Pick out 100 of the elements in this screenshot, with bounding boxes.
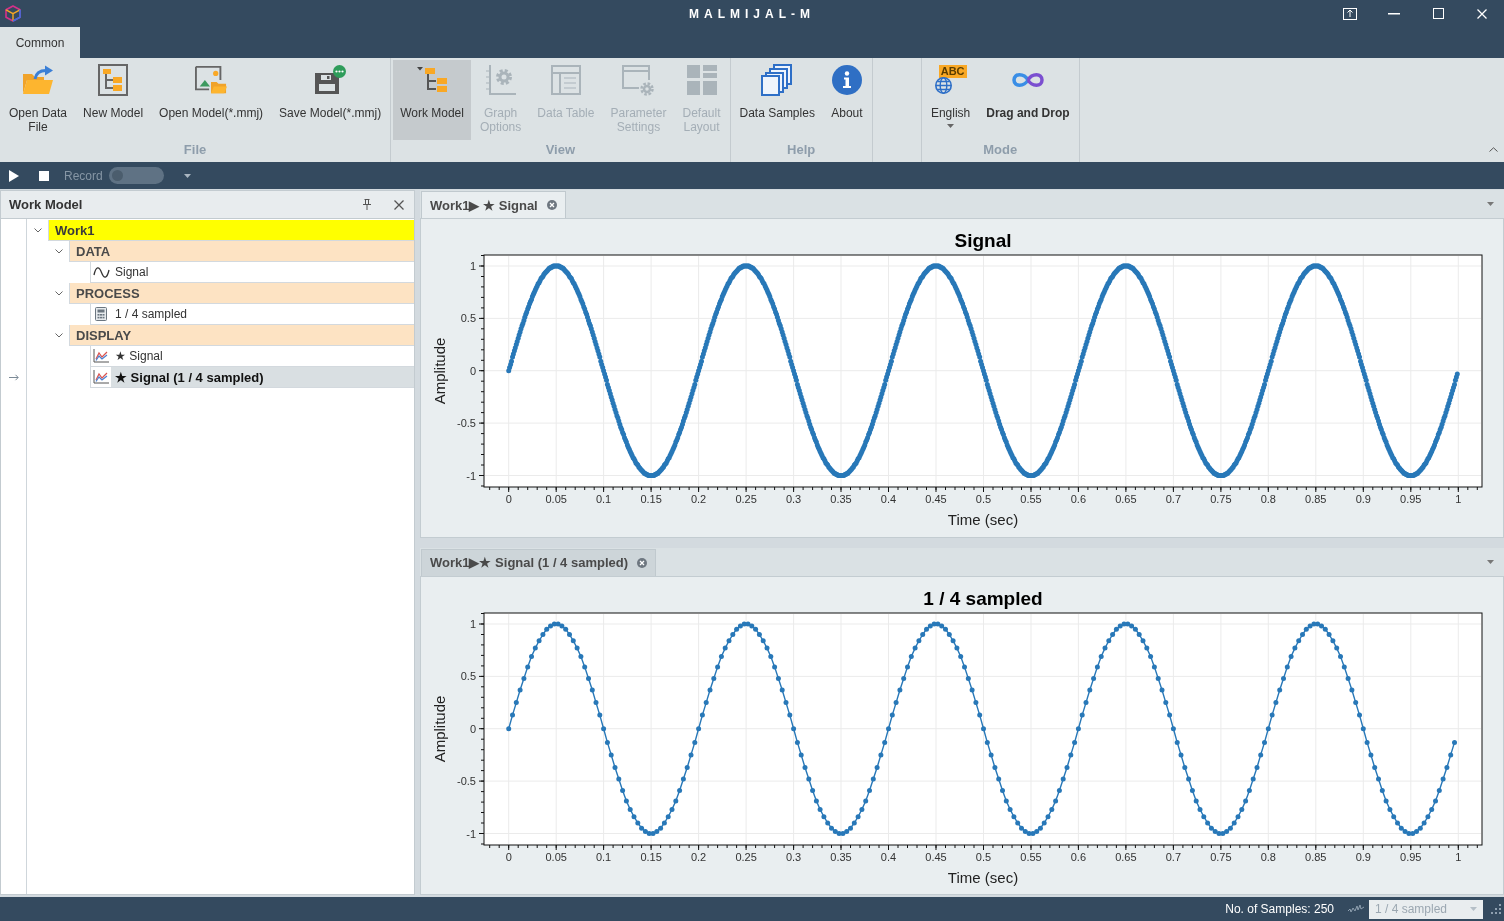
- resize-grip-icon[interactable]: [1491, 904, 1501, 914]
- tick-label: 0.8: [1260, 493, 1276, 505]
- close-icon[interactable]: [637, 557, 648, 568]
- ribbon-button[interactable]: Save Model(*.mmj): [272, 60, 389, 140]
- tick-label: 0.85: [1305, 850, 1327, 863]
- tick-label: 0.9: [1355, 493, 1371, 505]
- tick-label: -0.5: [457, 417, 476, 430]
- chevron-down-icon[interactable]: [54, 333, 63, 338]
- tick-label: 0.4: [880, 493, 897, 505]
- tick-label: 0.55: [1020, 493, 1042, 505]
- tree-item[interactable]: DATA: [69, 241, 414, 262]
- play-icon[interactable]: [9, 169, 19, 182]
- line-chart-icon: [93, 349, 109, 363]
- language-tag: ABC: [938, 65, 967, 78]
- tick-label: 0: [505, 850, 512, 863]
- sample-count: No. of Samples: 250: [1225, 902, 1334, 916]
- tick-label: 0.75: [1210, 850, 1232, 863]
- tree-diagram-icon: [417, 67, 448, 93]
- ribbon-button[interactable]: Open Model(*.mmj): [152, 60, 271, 140]
- tick-label: 0: [505, 493, 512, 505]
- tick-label: 1: [469, 260, 476, 272]
- tree-item[interactable]: PROCESS: [69, 283, 414, 304]
- ribbon-tab[interactable]: Common: [0, 27, 80, 58]
- panel-title: Work Model: [9, 197, 83, 212]
- tree-diagram-icon: [98, 64, 129, 96]
- tick-label: 0: [469, 722, 476, 735]
- globe-icon: [934, 77, 952, 94]
- info-icon: [831, 65, 862, 95]
- minimize-icon[interactable]: [1388, 12, 1400, 15]
- calculator-icon: [95, 307, 107, 321]
- maximize-icon[interactable]: [1432, 8, 1444, 19]
- ribbon-button[interactable]: Data Samples: [732, 60, 822, 140]
- tick-label: -1: [466, 827, 476, 839]
- tick-label: -1: [466, 469, 476, 482]
- tick-label: 0.45: [925, 493, 947, 505]
- record-label: Record: [64, 168, 103, 183]
- tick-label: 1: [1455, 493, 1462, 505]
- caret-icon[interactable]: [1487, 559, 1494, 564]
- tick-label: 0.5: [975, 850, 992, 863]
- floppy-disk-icon: [314, 65, 347, 95]
- chevron-down-icon[interactable]: [33, 228, 42, 233]
- ribbon-button[interactable]: Work Model: [393, 60, 471, 140]
- ribbon-button[interactable]: New Model: [76, 60, 151, 140]
- tick-label: 0.3: [785, 493, 802, 505]
- stop-icon[interactable]: [39, 170, 49, 181]
- tick-label: 1: [469, 617, 476, 630]
- tick-label: 0.35: [830, 493, 852, 505]
- layout-grid-icon: [686, 65, 717, 95]
- ribbon-button[interactable]: Drag and Drop: [979, 60, 1077, 140]
- ribbon-button[interactable]: Open Data File: [2, 60, 75, 140]
- tick-label: -0.5: [457, 774, 476, 787]
- tick-label: 0.05: [545, 493, 567, 505]
- ribbon-button[interactable]: About: [823, 60, 870, 140]
- group-label: Mode: [982, 141, 1019, 159]
- caret-icon[interactable]: [1487, 202, 1494, 206]
- chevron-down-icon[interactable]: [54, 291, 63, 296]
- chart-title: Signal: [954, 230, 1012, 251]
- document-tab[interactable]: Work1▶★ Signal (1 / 4 sampled): [421, 548, 657, 576]
- tick-label: 0.85: [1305, 493, 1327, 505]
- tick-label: 0.6: [1070, 493, 1087, 505]
- tick-label: 0.45: [925, 850, 947, 863]
- tick-label: 0.95: [1400, 850, 1422, 863]
- chart-title: 1 / 4 sampled: [923, 587, 1043, 609]
- tick-label: 0.55: [1020, 850, 1042, 863]
- tick-label: 0.7: [1165, 493, 1182, 505]
- tick-label: 1: [1455, 850, 1462, 863]
- tree-item[interactable]: ★ Signal (1 / 4 sampled): [111, 367, 414, 388]
- chevron-down-icon[interactable]: [54, 249, 63, 254]
- folder-arrow-icon: [22, 65, 54, 95]
- tick-label: 0.8: [1260, 850, 1276, 863]
- document-tab[interactable]: Work1▶ ★ Signal: [421, 191, 566, 218]
- tick-label: 0.1: [595, 493, 612, 505]
- record-toggle[interactable]: [108, 167, 164, 184]
- arrow-icon: [9, 374, 19, 381]
- tick-label: 0.4: [880, 850, 897, 863]
- caret-icon[interactable]: [947, 124, 955, 128]
- group-label: View: [544, 141, 576, 159]
- chevron-up-icon[interactable]: [1489, 147, 1498, 152]
- close-icon[interactable]: [546, 200, 557, 210]
- close-icon[interactable]: [394, 199, 404, 210]
- tick-label: 0.65: [1115, 493, 1137, 505]
- window-gear-icon: [622, 64, 655, 96]
- tick-label: 0.5: [975, 493, 992, 505]
- picture-folder-icon: [195, 65, 228, 95]
- ribbon-button[interactable]: ABC English: [923, 60, 978, 140]
- tick-label: 0.35: [830, 850, 852, 863]
- tick-label: 0.15: [640, 850, 662, 863]
- line-chart-icon: [93, 370, 109, 384]
- caret-icon[interactable]: [183, 173, 191, 178]
- cube-logo-icon: [5, 5, 21, 22]
- axis-title: Time (sec): [947, 868, 1019, 886]
- pin-icon[interactable]: [363, 199, 371, 210]
- tree-item[interactable]: Work1: [48, 220, 414, 241]
- tick-label: 0.5: [460, 669, 476, 682]
- tick-label: 0.65: [1115, 850, 1137, 863]
- tick-label: 0.05: [545, 850, 567, 863]
- tick-label: 0.6: [1070, 850, 1087, 863]
- tick-label: 0.3: [785, 850, 802, 863]
- tick-label: 0.2: [690, 850, 707, 863]
- tree-item[interactable]: DISPLAY: [69, 325, 414, 346]
